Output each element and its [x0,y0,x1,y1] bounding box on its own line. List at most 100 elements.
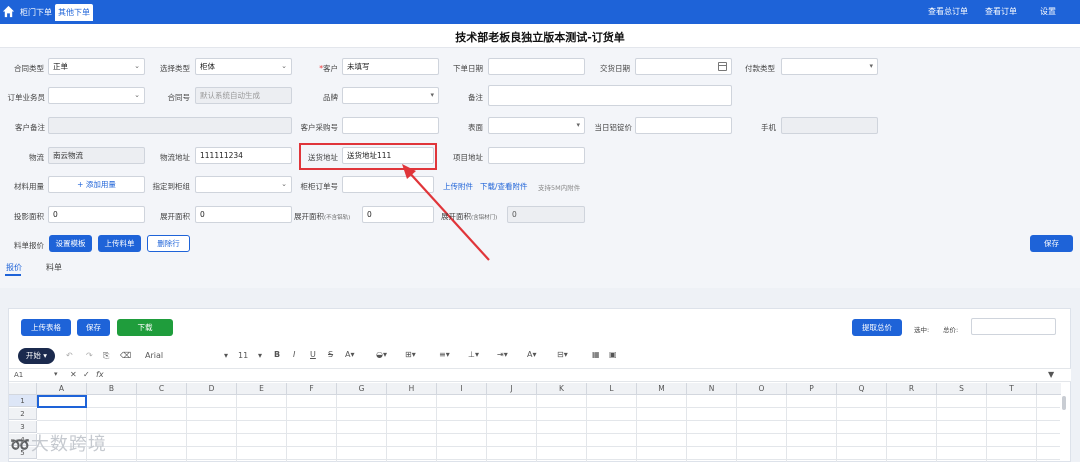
tab-cabinet-door-order[interactable]: 柜门下单 [17,4,55,21]
column-header[interactable]: S [937,383,987,395]
nav-view-all-orders[interactable]: 查看总订单 [928,6,968,17]
border-icon[interactable]: ⊞▾ [405,350,416,359]
align-vertical-icon[interactable]: ⊥▾ [468,350,479,359]
column-header[interactable]: J [487,383,537,395]
column-header[interactable]: F [287,383,337,395]
home-icon[interactable] [2,5,15,18]
quote-label: 料单报价 [14,241,44,250]
upload-list-button[interactable]: 上传料单 [98,235,141,252]
nav-view-orders[interactable]: 查看订单 [985,6,1017,17]
chevron-down-icon: ▾ [576,121,580,129]
start-menu-button[interactable]: 开始 ▾ [18,348,55,364]
column-header[interactable]: H [387,383,437,395]
add-material-button[interactable]: + 添加用量 [48,176,145,193]
upload-table-button[interactable]: 上传表格 [21,319,71,336]
text-color-icon[interactable]: A▾ [345,350,355,359]
tab-material-list[interactable]: 料单 [46,262,62,273]
column-header[interactable]: E [237,383,287,395]
active-cell[interactable] [37,395,87,408]
undo-icon[interactable]: ↶ [66,351,73,360]
assign-cabinet-select[interactable]: ⌄ [195,176,292,193]
sheet-save-button[interactable]: 保存 [77,319,110,336]
confirm-icon[interactable]: ✓ [83,370,90,379]
merge-cells-icon[interactable]: ⊟▾ [557,350,568,359]
column-header[interactable]: Q [837,383,887,395]
cancel-icon[interactable]: ✕ [70,370,77,379]
projected-area-input[interactable]: 0 [48,206,145,223]
column-header[interactable]: C [137,383,187,395]
row-header[interactable]: 1 [9,395,37,407]
surface-select[interactable]: ▾ [488,117,585,134]
logistics-input: 南云物流 [48,147,145,164]
expand-formula-icon[interactable]: ▼ [1048,370,1054,379]
column-header[interactable]: P [787,383,837,395]
tab-other-order[interactable]: 其他下单 [55,4,93,21]
customer-remark-label: 客户备注 [15,123,45,132]
delete-row-button[interactable]: 删除行 [147,235,190,252]
customer-input[interactable]: 未填写 [342,58,439,75]
expanded-area-alu-door-input: 0 [507,206,585,223]
font-family-select[interactable]: Arial [145,351,163,360]
redo-icon[interactable]: ↷ [86,351,93,360]
column-header[interactable]: D [187,383,237,395]
column-header[interactable]: A [37,383,87,395]
save-button[interactable]: 保存 [1030,235,1073,252]
column-header[interactable]: M [637,383,687,395]
grid-line [886,395,887,462]
payment-type-select[interactable]: ▾ [781,58,878,75]
column-header[interactable]: R [887,383,937,395]
remark-textarea[interactable] [488,85,732,106]
delivery-date-input[interactable] [635,58,732,75]
vertical-scrollbar[interactable] [1062,396,1066,410]
project-address-input[interactable] [488,147,585,164]
select-all-corner[interactable] [9,383,37,395]
text-rotate-icon[interactable]: A▾ [527,350,537,359]
column-header[interactable]: I [437,383,487,395]
italic-icon[interactable]: I [293,350,295,359]
logistics-address-input[interactable]: 111111234 [195,147,292,164]
bold-icon[interactable]: B [274,350,280,359]
format-painter-icon[interactable]: ⎘ [103,351,109,361]
column-header[interactable]: L [587,383,637,395]
nav-settings[interactable]: 设置 [1040,6,1056,17]
grid-line [436,395,437,462]
strikethrough-icon[interactable]: S [328,350,333,359]
font-size-select[interactable]: 11 [238,351,248,360]
contract-type-select[interactable]: 正单 ⌄ [48,58,145,75]
underline-icon[interactable]: U [310,350,316,359]
cabinet-order-label: 柜柜订单号 [300,182,339,191]
text-wrap-icon[interactable]: ⇥▾ [497,350,508,359]
daily-price-input[interactable] [635,117,732,134]
image-icon[interactable]: ▣ [609,350,617,359]
fill-color-icon[interactable]: ◒▾ [376,350,387,359]
total-input[interactable] [971,318,1056,335]
set-template-button[interactable]: 设置模板 [49,235,92,252]
chevron-down-icon: ⌄ [134,91,140,99]
salesperson-select[interactable]: ⌄ [48,87,145,104]
download-button[interactable]: 下载 [117,319,173,336]
row-header[interactable]: 2 [9,408,37,420]
formula-bar [9,368,1071,382]
cell-reference[interactable]: A1 [14,371,23,379]
clear-format-icon[interactable]: ⌫ [120,351,131,360]
select-type-select[interactable]: 柜体 ⌄ [195,58,292,75]
customer-po-input[interactable] [342,117,439,134]
freeze-icon[interactable]: ▦ [592,350,600,359]
tab-quote[interactable]: 报价 [6,262,22,273]
fetch-total-button[interactable]: 提取总价 [852,319,902,336]
expanded-area-no-rail-input[interactable]: 0 [362,206,434,223]
expanded-area-input[interactable]: 0 [195,206,292,223]
column-header[interactable]: K [537,383,587,395]
grid-line [336,395,337,462]
column-header[interactable]: B [87,383,137,395]
column-header[interactable]: T [987,383,1037,395]
column-header[interactable]: G [337,383,387,395]
order-date-input[interactable] [488,58,585,75]
calendar-icon[interactable] [718,62,727,71]
column-header[interactable]: N [687,383,737,395]
brand-select[interactable]: ▾ [342,87,439,104]
align-horizontal-icon[interactable]: ≡▾ [439,350,450,359]
remark-label: 备注 [468,93,483,102]
column-header[interactable]: O [737,383,787,395]
grid-line [186,395,187,462]
